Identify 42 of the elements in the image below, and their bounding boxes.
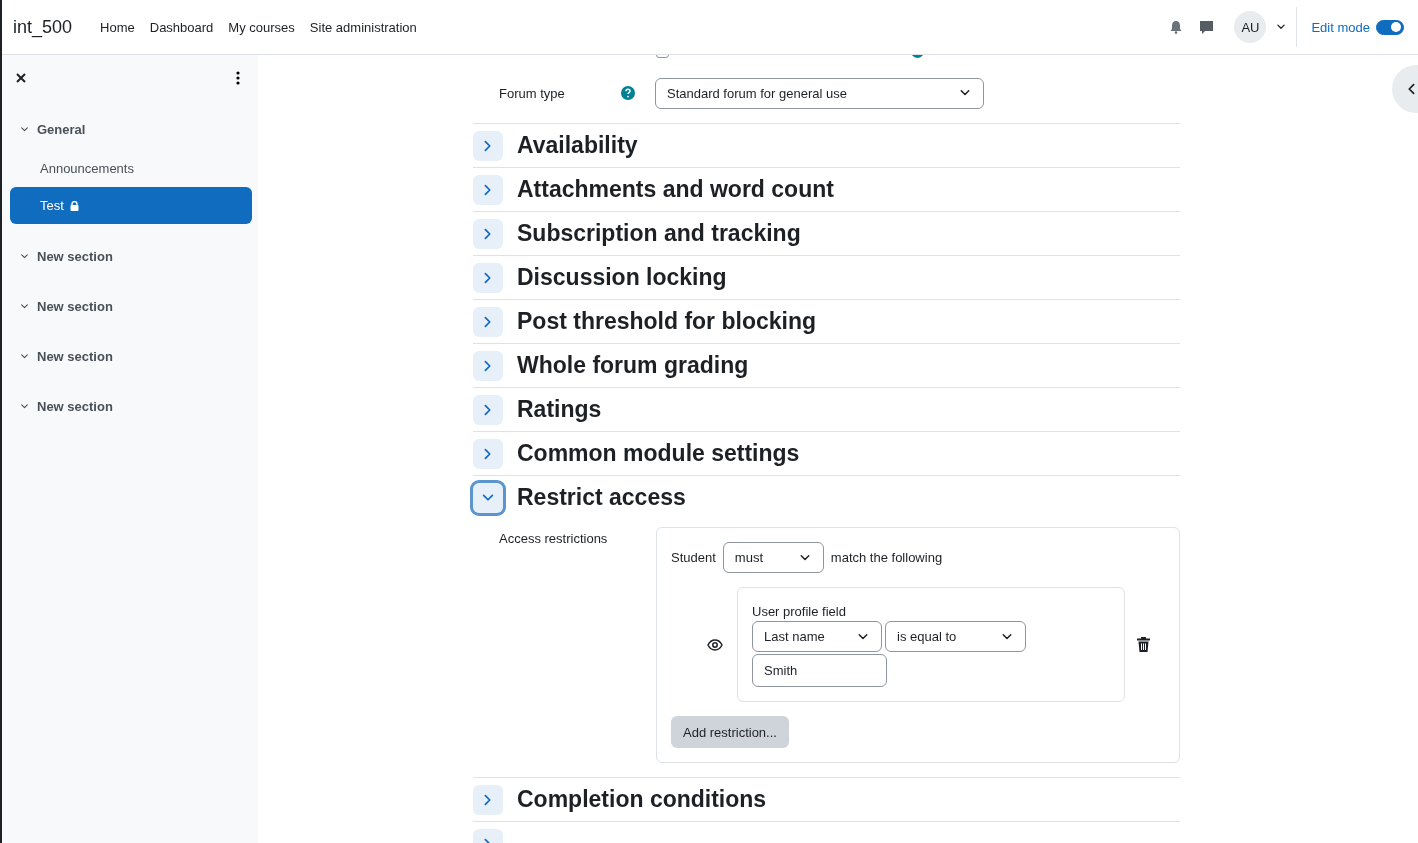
field-label: Student [671, 550, 716, 565]
section-heading: Completion conditions [517, 786, 767, 813]
section-title: New section [37, 348, 113, 364]
section-title: General [37, 121, 86, 137]
operator-select[interactable]: is equal to [885, 621, 1026, 652]
section-heading: Ratings [517, 396, 602, 423]
section-heading: Discussion locking [517, 264, 727, 291]
activity-name: Test [40, 198, 64, 213]
site-name[interactable]: int_500 [13, 16, 73, 38]
section-title: New section [37, 398, 113, 414]
section-heading[interactable]: New section [10, 296, 252, 316]
nav-link[interactable]: Site administration [309, 19, 417, 35]
section-title: New section [37, 298, 113, 314]
section-heading[interactable]: New section [10, 346, 252, 366]
value-field[interactable]: Smith [752, 654, 887, 687]
nav-link[interactable]: Dashboard [149, 19, 214, 35]
match-select[interactable]: must [722, 542, 824, 573]
field-label: match the following [830, 550, 943, 565]
section-heading: Attachments and word count [517, 176, 834, 203]
activity-item[interactable]: Test [10, 187, 252, 224]
nav-link[interactable]: My courses [228, 19, 295, 35]
section-heading: Common module settings [517, 440, 800, 467]
activity-name: Announcements [40, 161, 134, 176]
user-avatar[interactable]: AU [1234, 11, 1267, 43]
forum-type-select[interactable]: Standard forum for general use [655, 77, 984, 109]
add-restriction-button[interactable]: Add restriction... [671, 716, 789, 748]
section-heading: Restrict access [517, 484, 686, 511]
section-heading: Availability [517, 132, 638, 159]
field-label: Access restrictions [499, 530, 609, 548]
section-heading: Post threshold for blocking [517, 308, 816, 335]
section-heading: Whole forum grading [517, 352, 749, 379]
condition-title: User profile field [752, 604, 847, 619]
section-heading[interactable]: New section [10, 396, 252, 416]
section-heading[interactable]: New section [10, 246, 252, 266]
section-heading[interactable]: General [10, 119, 252, 139]
nav-link[interactable]: Home [100, 19, 135, 35]
field-select[interactable]: Last name [752, 621, 882, 652]
section-title: New section [37, 248, 113, 264]
edit-mode-label: Edit mode [1311, 19, 1370, 35]
section-heading: Subscription and tracking [517, 220, 801, 247]
activity-item[interactable]: Announcements [10, 150, 252, 187]
field-label: Forum type [499, 85, 566, 101]
